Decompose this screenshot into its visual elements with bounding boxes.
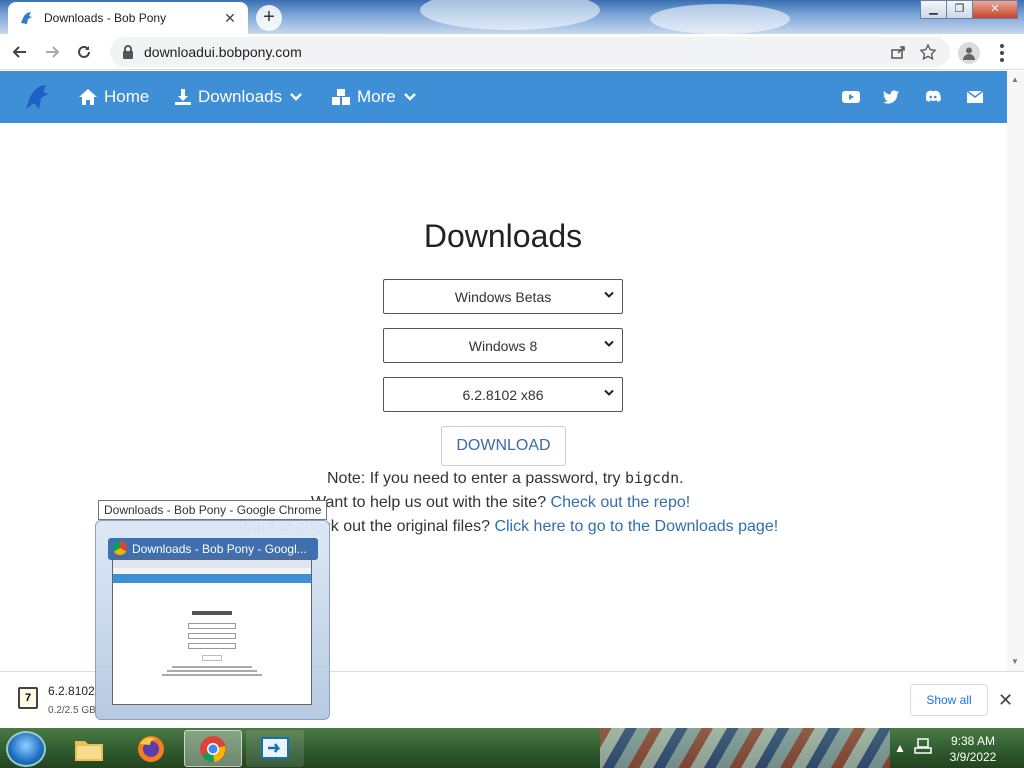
tab-title: Downloads - Bob Pony [44, 11, 167, 25]
build-select-value: 6.2.8102 x86 [462, 386, 544, 403]
scroll-down-arrow-icon[interactable]: ▼ [1011, 657, 1019, 666]
bob-pony-favicon-icon [21, 12, 32, 24]
taskbar-explorer-button[interactable] [60, 730, 118, 767]
email-envelope-icon[interactable] [966, 88, 984, 106]
show-all-downloads-button[interactable]: Show all [910, 684, 988, 716]
arrow-left-icon [12, 45, 26, 58]
url-text: downloadui.bobpony.com [144, 44, 302, 60]
folder-icon [75, 740, 103, 761]
chrome-icon [113, 541, 127, 555]
address-bar[interactable]: downloadui.bobpony.com [110, 37, 950, 67]
tab-close-icon[interactable]: ✕ [222, 10, 238, 27]
os-select[interactable]: Windows 8 [383, 328, 623, 363]
downloads-page-link[interactable]: Click here to go to the Downloads page! [494, 518, 778, 535]
password-code: bigcdn [624, 469, 680, 487]
password-note-suffix: . [679, 470, 684, 487]
clock-time: 9:38 AM [950, 734, 996, 748]
chevron-down-icon [604, 389, 614, 396]
nav-downloads-dropdown[interactable]: Downloads [174, 71, 308, 123]
window-restore-button[interactable]: ❐ [946, 0, 973, 19]
remote-app-icon [261, 736, 289, 759]
taskbar-firefox-button[interactable] [122, 730, 180, 767]
profile-avatar-icon[interactable] [958, 42, 980, 64]
chevron-down-icon [290, 93, 302, 101]
share-icon[interactable] [888, 42, 908, 62]
new-tab-button[interactable]: + [256, 5, 282, 31]
browser-toolbar: downloadui.bobpony.com [0, 34, 1024, 70]
windows-start-button[interactable] [6, 731, 46, 767]
taskbar-thumbnail-preview[interactable]: Downloads - Bob Pony - Googl... [95, 520, 330, 720]
cubes-icon [332, 89, 350, 105]
window-close-button[interactable]: ✕ [972, 0, 1018, 19]
page-scrollbar[interactable]: ▲ ▼ [1007, 71, 1024, 671]
chrome-icon [200, 735, 226, 762]
build-select[interactable]: 6.2.8102 x86 [383, 377, 623, 412]
browser-menu-icon[interactable] [994, 42, 1010, 64]
taskbar-chrome-button[interactable] [184, 730, 242, 767]
download-button[interactable]: DOWNLOAD [441, 426, 566, 466]
twitter-icon[interactable] [882, 88, 900, 106]
discord-icon[interactable] [924, 88, 942, 106]
page-title: Downloads [423, 218, 583, 254]
archive-file-icon: 7 [18, 687, 38, 709]
network-icon[interactable] [914, 737, 932, 755]
reload-button[interactable] [68, 36, 100, 68]
taskbar-tooltip: Downloads - Bob Pony - Google Chrome [98, 500, 328, 520]
taskbar-clock[interactable]: 9:38 AM 3/9/2022 [938, 733, 1008, 765]
bob-pony-logo-icon[interactable] [22, 83, 50, 111]
back-button[interactable] [4, 36, 36, 68]
show-hidden-icons-icon[interactable]: ▲ [894, 741, 906, 768]
scroll-up-arrow-icon[interactable]: ▲ [1011, 75, 1019, 84]
window-minimize-button[interactable]: ▁ [920, 0, 947, 19]
nav-downloads-label: Downloads [198, 87, 283, 106]
help-note-text: Want to help us out with the site? [311, 494, 551, 511]
category-select[interactable]: Windows Betas [383, 279, 623, 314]
nav-home-label: Home [104, 87, 150, 106]
bookmark-star-icon[interactable] [918, 42, 938, 62]
download-file-name[interactable]: 6.2.8102 [48, 684, 95, 698]
chevron-down-icon [403, 93, 416, 101]
chevron-down-icon [604, 291, 614, 298]
download-progress-status: 0.2/2.5 GB [48, 705, 96, 716]
firefox-icon [138, 735, 164, 762]
os-select-value: Windows 8 [468, 337, 538, 354]
repo-link[interactable]: Check out the repo! [551, 494, 691, 511]
close-shelf-icon[interactable]: ✕ [998, 690, 1013, 711]
forward-button[interactable] [36, 36, 68, 68]
browser-tab[interactable]: Downloads - Bob Pony ✕ [8, 2, 248, 34]
youtube-icon[interactable] [842, 88, 860, 106]
arrow-right-icon [46, 45, 60, 58]
preview-window-title: Downloads - Bob Pony - Googl... [108, 538, 318, 560]
help-note: Want to help us out with the site? Check… [311, 494, 690, 512]
lock-icon [123, 45, 133, 59]
password-note: Note: If you need to enter a password, t… [327, 469, 684, 488]
home-icon [79, 89, 97, 105]
clock-date: 3/9/2022 [949, 750, 997, 764]
nav-more-label: More [357, 87, 396, 106]
password-note-text: Note: If you need to enter a password, t… [327, 470, 625, 487]
nav-home-link[interactable]: Home [78, 71, 149, 123]
browser-tab-strip: Downloads - Bob Pony ✕ + ▁ ❐ ✕ [0, 0, 1024, 34]
reload-icon [78, 45, 90, 58]
taskbar-app-button[interactable] [246, 730, 304, 767]
download-icon [175, 89, 191, 105]
preview-window-thumbnail [112, 559, 312, 705]
chevron-down-icon [604, 340, 614, 347]
nav-more-dropdown[interactable]: More [331, 71, 422, 123]
category-select-value: Windows Betas [454, 288, 552, 305]
site-header: Home Downloads More [0, 71, 1007, 123]
